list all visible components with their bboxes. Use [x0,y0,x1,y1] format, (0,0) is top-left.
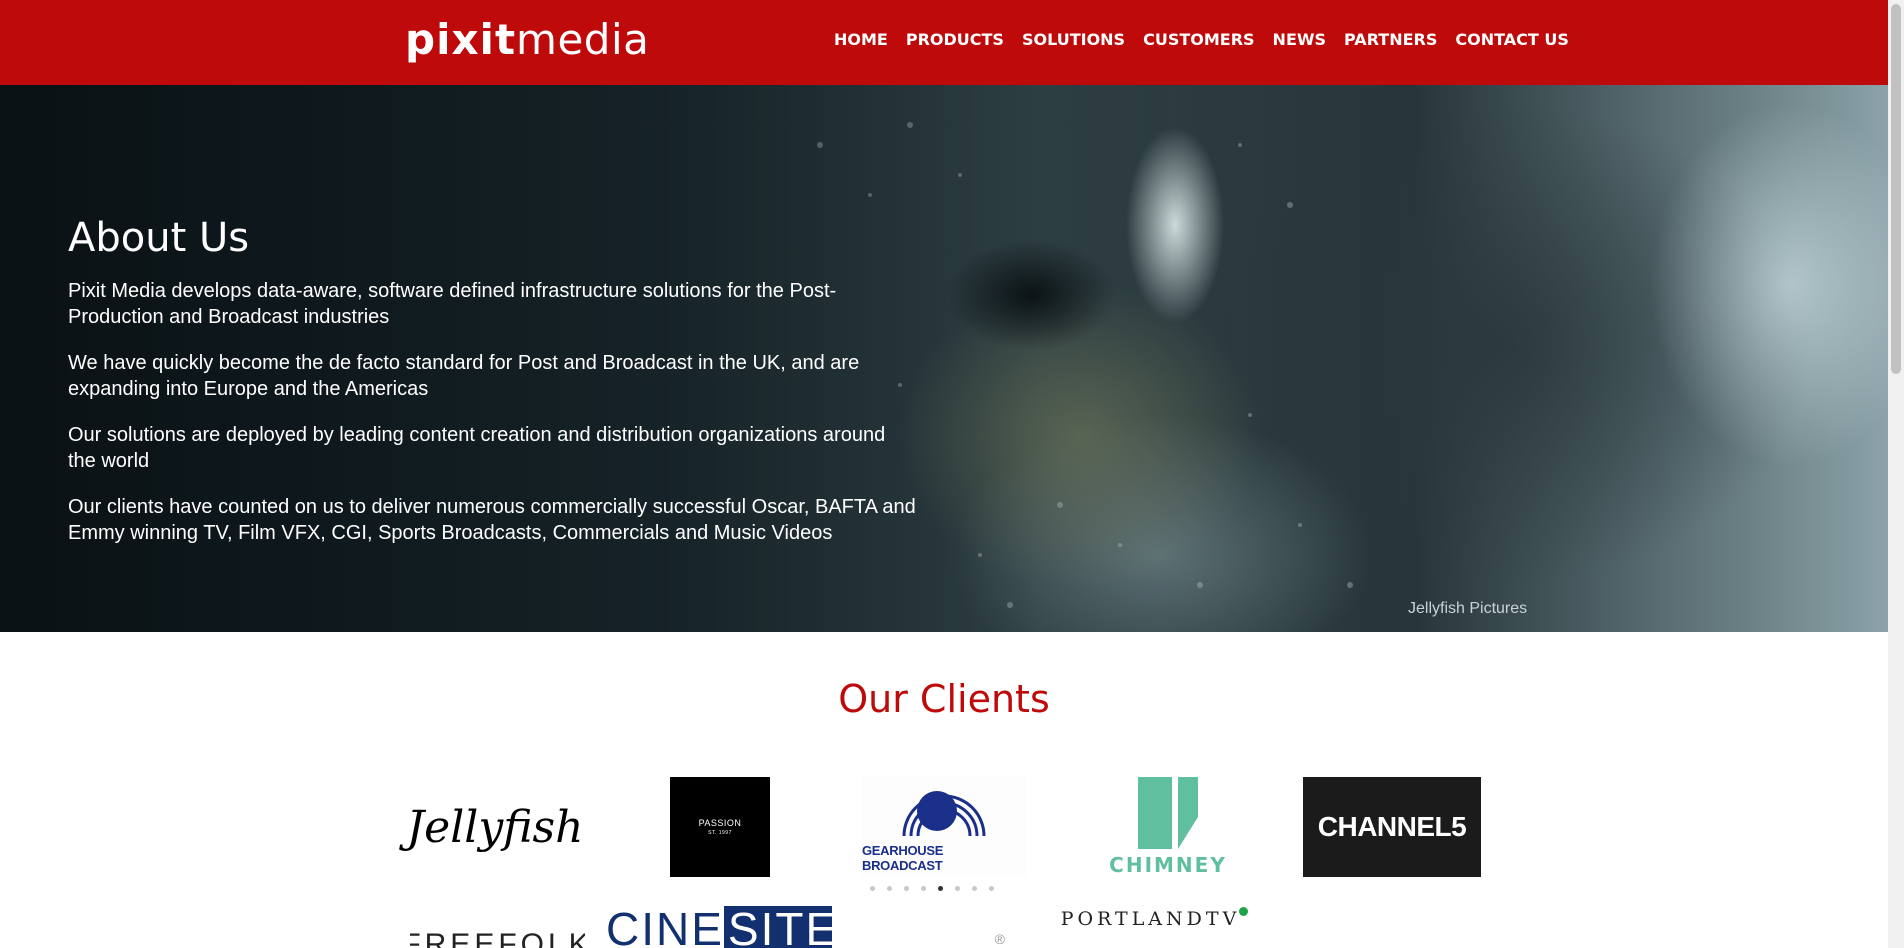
nav-partners[interactable]: PARTNERS [1344,30,1437,49]
pixitmedia-logo[interactable]: pixit media [405,18,649,62]
nav-home[interactable]: HOME [834,30,888,49]
top-navigation-bar: pixit media HOME PRODUCTS SOLUTIONS CUSTO… [0,0,1888,85]
client-logo-passion[interactable]: PASSION ST. 1997 [670,777,770,877]
about-paragraph: Our solutions are deployed by leading co… [68,424,886,472]
our-clients-heading: Our Clients [838,677,1050,721]
carousel-dot[interactable] [972,886,977,891]
about-us-heading: About Us [68,215,250,261]
cinesite-logo-text-b: SITE [723,906,832,948]
passion-logo-text: PASSION [698,818,742,828]
freefolk-logo-text: FREEFOLK [410,928,585,948]
about-paragraph: Pixit Media develops data-aware, softwar… [68,280,837,328]
carousel-dot[interactable] [955,886,960,891]
carousel-dot[interactable] [989,886,994,891]
nav-customers[interactable]: CUSTOMERS [1143,30,1254,49]
client-logo-channel5[interactable]: CHANNEL5 [1303,777,1481,877]
logo-bold-text: pixit [405,15,517,64]
cinesite-logo-text-a: CINE [606,906,724,948]
client-logo-portlandtv[interactable]: PORTLANDTV [1053,905,1248,933]
registered-mark: ® [994,931,1005,947]
client-logo-freefolk[interactable]: FREEFOLK [410,905,585,948]
passion-logo-subtext: ST. 1997 [708,830,732,836]
image-credit: Jellyfish Pictures [1408,600,1528,617]
client-logo-chimney[interactable]: CHIMNEY [1109,777,1225,877]
page-scrollbar[interactable] [1888,0,1904,948]
carousel-dot[interactable] [887,886,892,891]
client-logo-cinesite[interactable]: CINE SITE [606,906,832,948]
client-logo-gearhouse[interactable]: GEARHOUSE BROADCAST [862,777,1026,877]
about-paragraph: We have quickly become the de facto stan… [68,352,860,400]
jellyfish-logo-text: Jellyfish [406,801,584,853]
portlandtv-logo-text: PORTLANDTV [1060,908,1241,930]
nav-solutions[interactable]: SOLUTIONS [1022,30,1125,49]
carousel-dot[interactable] [904,886,909,891]
about-us-text: Pixit Media develops data-aware, softwar… [68,278,918,566]
nav-products[interactable]: PRODUCTS [906,30,1004,49]
hero-banner: About Us Pixit Media develops data-aware… [0,85,1888,632]
gearhouse-logo-text: GEARHOUSE BROADCAST [862,843,944,873]
carousel-dot[interactable] [921,886,926,891]
carousel-dot[interactable] [870,886,875,891]
nav-contact-us[interactable]: CONTACT US [1455,30,1569,49]
logo-light-text: media [516,15,650,64]
channel5-logo-text: CHANNEL5 [1317,811,1467,842]
chimney-logo-text: CHIMNEY [1109,853,1227,877]
portland-green-dot-icon [1239,907,1248,916]
scrollbar-thumb[interactable] [1891,4,1901,374]
carousel-dots [870,886,994,891]
about-paragraph: Our clients have counted on us to delive… [68,496,916,544]
gearhouse-globe-icon [902,791,986,837]
chimney-mark-icon [1138,777,1198,849]
nav-news[interactable]: NEWS [1273,30,1327,49]
client-logo-jellyfish[interactable]: Jellyfish [407,777,584,877]
main-nav: HOME PRODUCTS SOLUTIONS CUSTOMERS NEWS P… [834,30,1587,49]
client-logo-partial[interactable]: ® [885,930,1005,948]
carousel-dot-active[interactable] [938,886,943,891]
